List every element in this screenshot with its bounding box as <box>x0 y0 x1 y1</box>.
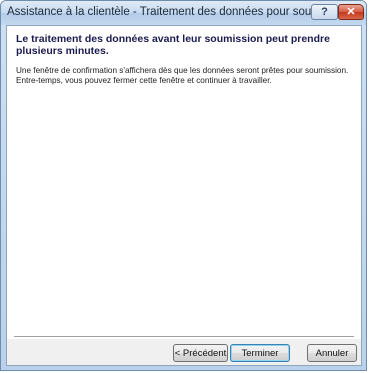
finish-button[interactable]: Terminer <box>230 344 290 362</box>
close-icon: ✕ <box>346 5 356 18</box>
help-icon: ? <box>321 5 328 18</box>
page-heading: Le traitement des données avant leur sou… <box>16 33 330 57</box>
info-text: Une fenêtre de confirmation s'affichera … <box>16 66 349 85</box>
title-bar[interactable]: Assistance à la clientèle - Traitement d… <box>1 1 366 25</box>
previous-button[interactable]: < Précédent <box>173 344 228 362</box>
wizard-window: Assistance à la clientèle - Traitement d… <box>0 0 367 371</box>
close-button[interactable]: ✕ <box>338 4 364 20</box>
content-panel: Le traitement des données avant leur sou… <box>7 26 361 339</box>
separator <box>14 336 354 338</box>
cancel-button[interactable]: Annuler <box>307 344 357 362</box>
window-title: Assistance à la clientèle - Traitement d… <box>7 6 351 18</box>
help-button[interactable]: ? <box>311 4 338 20</box>
dialog-body: Le traitement des données avant leur sou… <box>6 25 362 366</box>
